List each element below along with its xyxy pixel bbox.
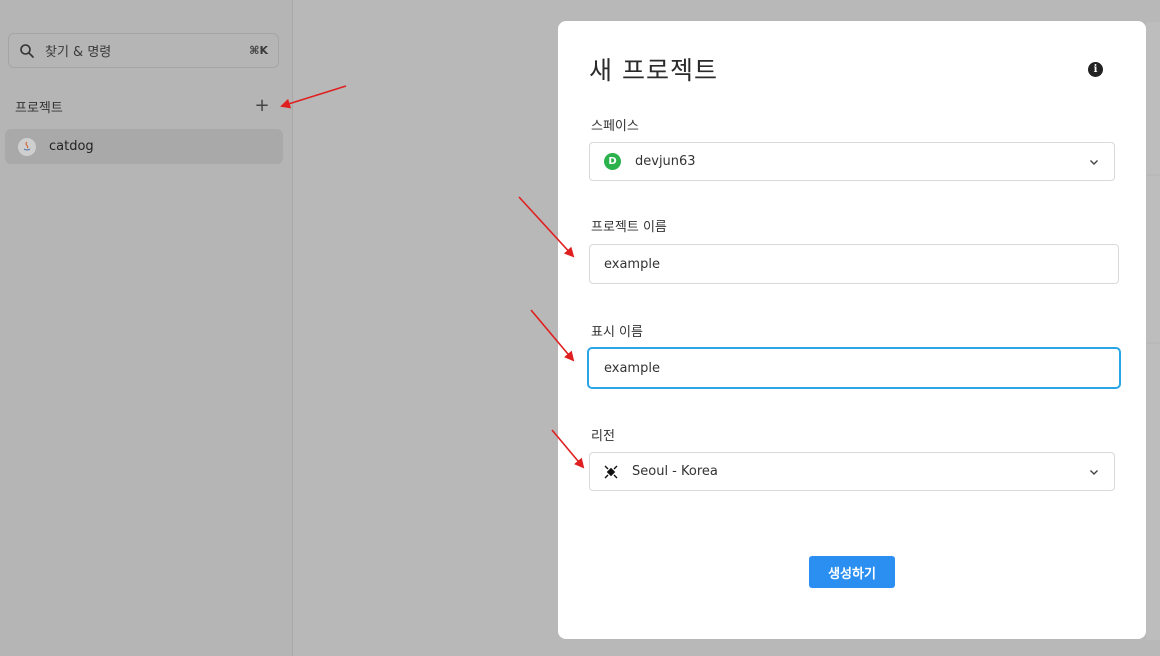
region-value: Seoul - Korea bbox=[632, 464, 718, 479]
background-panel bbox=[1146, 344, 1160, 640]
chevron-down-icon bbox=[1090, 469, 1098, 475]
project-name-input[interactable] bbox=[589, 244, 1119, 284]
sidebar-item-label: catdog bbox=[49, 139, 94, 154]
info-icon[interactable]: i bbox=[1088, 62, 1103, 77]
projects-section-title: 프로젝트 bbox=[15, 101, 63, 116]
create-button[interactable]: 생성하기 bbox=[809, 556, 895, 588]
space-label: 스페이스 bbox=[591, 119, 639, 134]
dialog-title: 새 프로젝트 bbox=[589, 56, 718, 85]
new-project-dialog: 새 프로젝트 i 스페이스 D devjun63 프로젝트 이름 표시 이름 리… bbox=[558, 21, 1146, 639]
add-project-button[interactable]: + bbox=[252, 96, 272, 116]
space-avatar: D bbox=[604, 153, 621, 170]
region-select[interactable]: Seoul - Korea bbox=[589, 452, 1115, 491]
region-label: 리전 bbox=[591, 429, 615, 444]
annotation-arrow bbox=[280, 85, 585, 469]
project-name-label: 프로젝트 이름 bbox=[591, 220, 667, 235]
space-value: devjun63 bbox=[635, 154, 696, 169]
space-select[interactable]: D devjun63 bbox=[589, 142, 1115, 181]
java-icon bbox=[18, 137, 36, 156]
display-name-label: 표시 이름 bbox=[591, 325, 643, 340]
search-shortcut: ⌘K bbox=[249, 44, 268, 57]
sidebar-item-catdog[interactable]: catdog bbox=[5, 129, 283, 164]
sidebar: 찾기 & 명령 ⌘K 프로젝트 + catdog bbox=[0, 0, 293, 656]
chevron-down-icon bbox=[1090, 159, 1098, 165]
background-panel bbox=[1146, 176, 1160, 342]
taegeuk-icon bbox=[604, 465, 618, 478]
search-icon bbox=[20, 43, 34, 58]
display-name-input[interactable] bbox=[587, 347, 1121, 389]
search-input[interactable]: 찾기 & 명령 ⌘K bbox=[8, 33, 279, 68]
search-label: 찾기 & 명령 bbox=[45, 45, 112, 60]
background-panel bbox=[1146, 22, 1160, 174]
